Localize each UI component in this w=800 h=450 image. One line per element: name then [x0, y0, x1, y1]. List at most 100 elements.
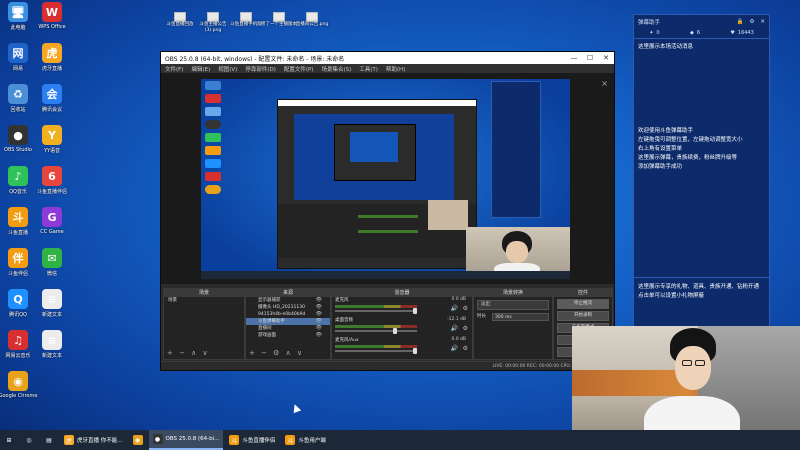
menu-item[interactable]: 编辑(E): [191, 65, 210, 73]
source-label: 94153h4b-e0b40b9d: [258, 312, 306, 317]
menu-item[interactable]: 工具(T): [359, 65, 378, 73]
desktop-icon[interactable]: 虎虎牙直播: [32, 43, 72, 72]
visibility-icon[interactable]: 👁: [316, 325, 322, 332]
volume-slider[interactable]: [335, 328, 417, 334]
visibility-icon[interactable]: 👁: [316, 318, 322, 325]
desktop-icon[interactable]: 会腾讯会议: [32, 84, 72, 113]
controls-dock-title: 控件: [554, 289, 612, 297]
app-icon: 网: [8, 43, 28, 63]
source-item[interactable]: 摄像头 HD_20211130 👁: [246, 304, 330, 311]
desktop-icon[interactable]: G CC Game: [32, 207, 72, 235]
taskbar-item[interactable]: 斗斗鱼直播伴侣: [225, 431, 279, 449]
obs-statusbar: LIVE: 00:00:00 REC: 00:00:00 CPU: 5.0%, …: [161, 361, 614, 370]
source-tools[interactable]: + − ⚙ ∧ ∨: [249, 349, 304, 357]
stat-icon: ♥: [730, 30, 735, 36]
desktop-icon[interactable]: 6 斗鱼直播伴侣: [32, 166, 72, 195]
nested-taskbar: [201, 271, 570, 279]
transition-select[interactable]: 淡出: [477, 300, 549, 310]
desktop-icon[interactable]: ✉ 微信: [32, 248, 72, 277]
taskbar-item[interactable]: ◎: [20, 431, 38, 449]
transitions-dock: 场景转换 淡出 时长 300 ms: [473, 288, 553, 360]
close-icon[interactable]: ×: [601, 79, 608, 88]
close-icon[interactable]: ✕: [598, 54, 614, 62]
desktop-file[interactable]: 斗鱼直播手机版: [228, 12, 264, 28]
desktop-icon[interactable]: ≡ 新建文本: [32, 289, 72, 318]
source-item[interactable]: 斗鱼弹幕助手 👁: [246, 318, 330, 325]
desktop-file[interactable]: 直播间公告.png: [294, 12, 330, 28]
desktop-icon[interactable]: ◉ Google Chrome: [0, 371, 38, 399]
gear-icon[interactable]: ⚙: [463, 305, 468, 312]
scene-item[interactable]: 场景: [164, 297, 244, 304]
speaker-icon[interactable]: 🔊: [451, 305, 458, 312]
source-item[interactable]: 94153h4b-e0b40b9d 👁: [246, 311, 330, 318]
desktop: { "desktop": { "icons": [ {"label":"此电脑"…: [0, 0, 800, 450]
control-button[interactable]: 停止推流: [557, 299, 609, 309]
slider-knob[interactable]: [413, 348, 417, 354]
speaker-icon[interactable]: 🔊: [451, 345, 458, 352]
source-item[interactable]: 显示器捕获 👁: [246, 297, 330, 304]
volume-slider[interactable]: [335, 308, 417, 314]
lock-icon[interactable]: 🔒: [737, 19, 744, 25]
taskbar-app-icon: 斗: [285, 435, 296, 445]
taskbar-label: 虎牙直播 你不能...: [77, 438, 123, 444]
chat-message: 这里展示专享的礼物、道具、贵族开通、钻粉开通: [638, 284, 760, 290]
stat-value: 0: [656, 30, 660, 36]
menu-item[interactable]: 配置文件(P): [284, 65, 314, 73]
chat-message: 这里展示本场活动消息: [638, 44, 694, 50]
volume-slider[interactable]: [335, 348, 417, 354]
desktop-file[interactable]: 斗鱼直播回放: [162, 12, 198, 28]
channel-db: 0.0 dB: [451, 297, 466, 302]
source-item[interactable]: 游戏画面 👁: [246, 332, 330, 339]
desktop-icon[interactable]: W WPS Office: [32, 2, 72, 30]
danmu-section: 欢迎使用斗鱼弹幕助手 左键拖曳可调整位置，左键拖动调整宽大小 右上角有设置菜单 这里展…: [634, 127, 769, 172]
desktop-file[interactable]: 修了一个主播版本: [261, 12, 297, 28]
visibility-icon[interactable]: 👁: [316, 311, 322, 318]
settings-icon[interactable]: ⚙: [749, 19, 754, 25]
close-icon[interactable]: ✕: [760, 19, 765, 25]
gear-icon[interactable]: ⚙: [463, 325, 468, 332]
desktop-file[interactable]: 斗鱼主播公告(3).png: [195, 12, 231, 34]
obs-titlebar[interactable]: OBS 25.0.8 (64-bit, windows) - 配置文件: 未命名…: [161, 52, 614, 64]
desktop-icon[interactable]: ≡ 新建文本: [32, 330, 72, 359]
taskbar-item[interactable]: 斗斗鱼用户端: [281, 431, 330, 449]
visibility-icon[interactable]: 👁: [316, 332, 322, 339]
taskbar-item[interactable]: 虎虎牙直播 你不能...: [60, 431, 127, 449]
visibility-icon[interactable]: 👁: [316, 304, 322, 311]
taskbar-item[interactable]: ● OBS 25.0.8 (64-bi...: [148, 430, 224, 450]
mixer-channel: 麦克风 0.0 dB 🔊 ⚙: [332, 297, 472, 317]
menu-item[interactable]: 停靠部件(D): [245, 65, 276, 73]
speaker-icon[interactable]: 🔊: [451, 325, 458, 332]
source-item[interactable]: 直播间 👁: [246, 325, 330, 332]
taskbar-app-icon: ●: [152, 434, 163, 444]
taskbar-item[interactable]: ◉: [129, 431, 147, 449]
taskbar-item[interactable]: ▤: [40, 431, 58, 449]
maximize-icon[interactable]: ☐: [582, 54, 598, 62]
stat-value: 16443: [737, 30, 754, 36]
taskbar-item[interactable]: ⊞: [0, 431, 18, 449]
stat-item: ◆ 6: [690, 30, 700, 36]
menu-item[interactable]: 视图(V): [218, 65, 237, 73]
gear-icon[interactable]: ⚙: [463, 345, 468, 352]
menu-item[interactable]: 场景集合(S): [321, 65, 351, 73]
chat-title: 弹幕助手: [638, 19, 661, 26]
slider-knob[interactable]: [413, 308, 417, 314]
desktop-icon[interactable]: Y YY语音: [32, 125, 72, 154]
visibility-icon[interactable]: 👁: [316, 297, 322, 304]
scene-tools[interactable]: + − ∧ ∨: [167, 349, 210, 357]
app-icon: ♪: [8, 166, 28, 186]
duration-input[interactable]: 300 ms: [492, 313, 549, 321]
taskbar-label: 斗鱼用户端: [298, 438, 326, 444]
app-icon: Y: [42, 125, 62, 145]
menu-item[interactable]: 文件(F): [165, 65, 183, 73]
stat-value: 6: [696, 30, 701, 36]
minimize-icon[interactable]: —: [566, 54, 582, 62]
control-button[interactable]: 开始录制: [557, 311, 609, 321]
app-icon: ♻: [8, 84, 28, 104]
app-icon: 6: [42, 166, 62, 186]
menu-item[interactable]: 帮助(H): [386, 65, 405, 73]
slider-knob[interactable]: [393, 328, 397, 334]
app-icon: W: [42, 2, 62, 22]
obs-preview[interactable]: ×: [161, 73, 614, 284]
mixer-channel: 麦克风/Aux 0.0 dB 🔊 ⚙: [332, 337, 472, 357]
mixer-channel: 桌面音频 -12.1 dB 🔊 ⚙: [332, 317, 472, 337]
